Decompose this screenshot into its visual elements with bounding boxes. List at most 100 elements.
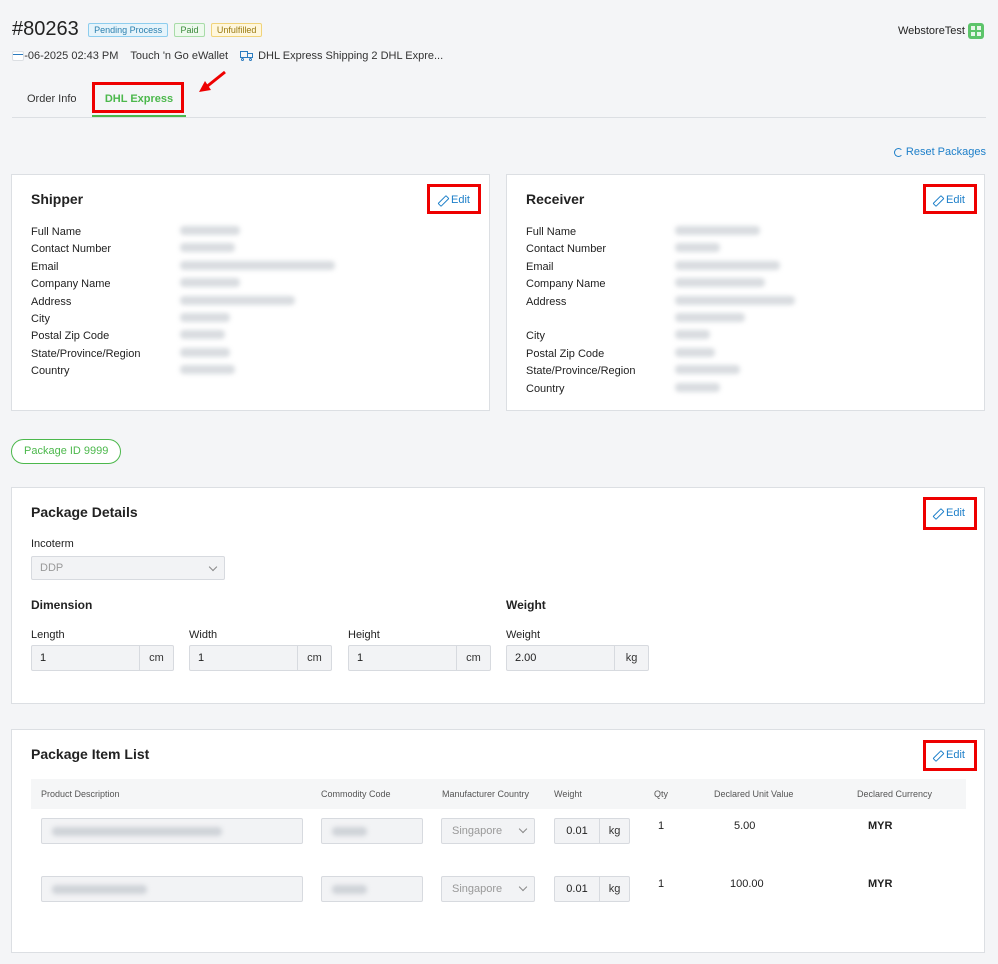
store-name: WebstoreTest — [897, 25, 965, 37]
field-label: Email — [31, 260, 59, 273]
order-header: #80263 Pending Process Paid Unfulfilled — [12, 18, 263, 41]
length-value: 1 — [40, 652, 47, 664]
store-switcher[interactable]: WebstoreTest — [898, 23, 984, 39]
width-unit: cm — [297, 646, 331, 670]
manufacturer-country-select[interactable]: Singapore — [441, 818, 535, 844]
length-unit: cm — [139, 646, 173, 670]
chevron-down-icon — [518, 882, 528, 892]
shipper-title: Shipper — [31, 191, 84, 207]
commodity-code-input[interactable] — [321, 818, 423, 844]
commodity-code-input[interactable] — [321, 876, 423, 902]
header-qty: Qty — [654, 789, 669, 799]
shipper-edit-button[interactable]: Edit — [438, 194, 470, 206]
edit-label: Edit — [451, 194, 470, 206]
store-grid-icon — [968, 23, 984, 39]
dimension-heading: Dimension — [31, 598, 93, 612]
incoterm-value: DDP — [40, 562, 64, 574]
receiver-field-labels: Full Name Contact Number Email Company N… — [526, 224, 635, 398]
manufacturer-country-select[interactable]: Singapore — [441, 876, 535, 902]
reset-packages-link[interactable]: Reset Packages — [893, 146, 986, 158]
receiver-redacted-values — [675, 226, 795, 400]
height-input[interactable]: 1 cm — [348, 645, 491, 671]
item-list-edit-button[interactable]: Edit — [933, 749, 965, 761]
country-value: Singapore — [452, 883, 503, 895]
incoterm-label: Incoterm — [31, 538, 74, 550]
field-label: Postal Zip Code — [526, 347, 605, 360]
shipper-field-labels: Full Name Contact Number Email Company N… — [31, 224, 140, 381]
card-icon — [12, 51, 24, 61]
shipper-card: Shipper Edit Full Name Contact Number Em… — [11, 174, 490, 411]
pencil-icon — [933, 750, 943, 760]
header-weight: Weight — [554, 789, 582, 799]
reset-packages-label: Reset Packages — [905, 146, 986, 158]
field-label: City — [31, 312, 50, 325]
field-label: Country — [31, 365, 70, 378]
weight-unit: kg — [614, 646, 648, 670]
header-declared-unit-value: Declared Unit Value — [714, 789, 794, 799]
package-details-card: Package Details Edit Incoterm DDP Dimens… — [11, 487, 985, 704]
field-label: State/Province/Region — [526, 365, 636, 378]
pencil-icon — [438, 195, 448, 205]
item-declared-value: 5.00 — [734, 820, 756, 832]
item-qty: 1 — [658, 820, 665, 832]
incoterm-select[interactable]: DDP — [31, 556, 225, 580]
product-description-input[interactable] — [41, 876, 303, 902]
annotation-arrow — [199, 70, 226, 92]
field-label: Contact Number — [526, 243, 607, 256]
order-datetime: 12-06-2025 02:43 PM — [12, 50, 119, 62]
header-product-description: Product Description — [41, 789, 120, 799]
field-label: Postal Zip Code — [31, 330, 110, 343]
tab-dhl-express[interactable]: DHL Express — [92, 84, 186, 117]
item-declared-currency: MYR — [868, 878, 893, 890]
header-commodity-code: Commodity Code — [321, 789, 391, 799]
field-label: Full Name — [31, 226, 82, 238]
chevron-down-icon — [208, 562, 218, 572]
field-label: State/Province/Region — [31, 347, 141, 360]
shipping-method: DHL Express Shipping 2 DHL Expre... — [258, 50, 444, 62]
item-table-header: Product Description Commodity Code Manuf… — [31, 779, 966, 809]
tab-bar: Order Info DHL Express — [12, 84, 986, 118]
receiver-card: Receiver Edit Full Name Contact Number E… — [506, 174, 985, 411]
status-badge-pending: Pending Process — [88, 22, 169, 37]
item-weight-input[interactable]: 0.01 kg — [554, 818, 630, 844]
length-input[interactable]: 1 cm — [31, 645, 174, 671]
weight-input[interactable]: 2.00 kg — [506, 645, 649, 671]
field-label: Address — [31, 295, 72, 308]
field-label: Company Name — [526, 278, 606, 291]
pencil-icon — [933, 195, 943, 205]
payment-method: Touch 'n Go eWallet — [130, 50, 229, 62]
weight-value: 2.00 — [515, 652, 537, 664]
pencil-icon — [933, 508, 943, 518]
tab-order-info[interactable]: Order Info — [27, 84, 77, 117]
header-declared-currency: Declared Currency — [857, 789, 933, 799]
shipper-redacted-values — [180, 226, 335, 383]
field-label-spacer — [526, 311, 635, 328]
product-description-input[interactable] — [41, 818, 303, 844]
length-label: Length — [31, 629, 65, 641]
field-label: City — [526, 330, 545, 343]
country-value: Singapore — [452, 825, 503, 837]
receiver-edit-button[interactable]: Edit — [933, 194, 965, 206]
item-declared-currency: MYR — [868, 820, 893, 832]
item-qty: 1 — [658, 878, 665, 890]
weight-heading: Weight — [506, 598, 546, 612]
package-id-pill[interactable]: Package ID 9999 — [11, 439, 122, 464]
width-input[interactable]: 1 cm — [189, 645, 332, 671]
width-value: 1 — [198, 652, 205, 664]
item-weight-unit: kg — [599, 877, 629, 901]
item-weight-input[interactable]: 0.01 kg — [554, 876, 630, 902]
item-weight-value: 0.01 — [566, 883, 588, 895]
package-item-list-card: Package Item List Edit Product Descripti… — [11, 729, 985, 953]
package-details-title: Package Details — [31, 504, 138, 520]
field-label: Company Name — [31, 278, 111, 291]
edit-label: Edit — [946, 194, 965, 206]
field-label: Full Name — [526, 226, 577, 238]
field-label: Address — [526, 295, 567, 308]
height-unit: cm — [456, 646, 490, 670]
package-details-edit-button[interactable]: Edit — [933, 507, 965, 519]
edit-label: Edit — [946, 749, 965, 761]
weight-label: Weight — [506, 629, 541, 641]
item-list-title: Package Item List — [31, 746, 150, 762]
height-value: 1 — [357, 652, 364, 664]
reset-icon — [893, 147, 903, 157]
